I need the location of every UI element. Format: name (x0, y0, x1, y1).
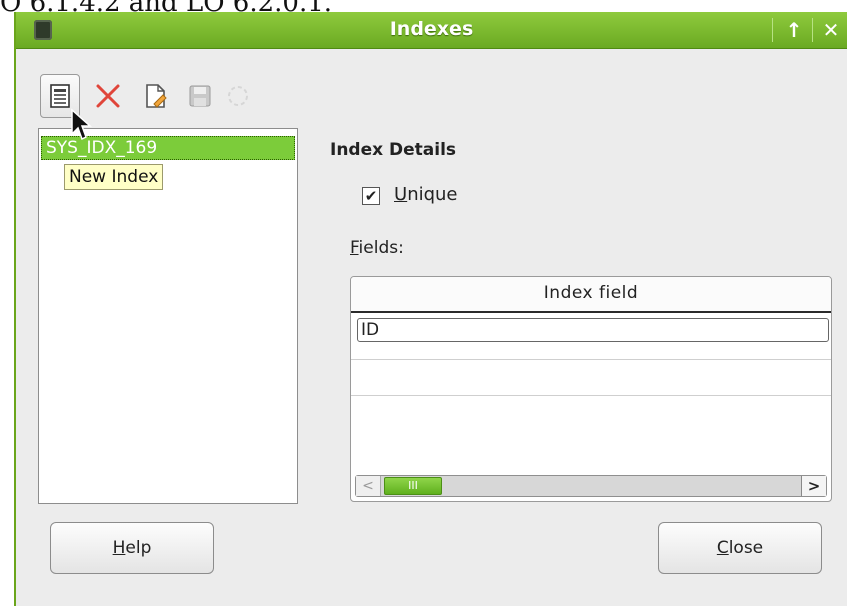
keep-above-icon[interactable]: ↑ (776, 12, 812, 48)
help-button[interactable]: Help (50, 522, 214, 574)
rename-page-icon (146, 84, 167, 108)
save-index-button[interactable] (180, 74, 220, 118)
close-window-icon[interactable]: ✕ (813, 12, 847, 48)
mouse-pointer-icon (71, 108, 92, 141)
delete-index-button[interactable] (88, 74, 128, 118)
unique-label[interactable]: Unique (394, 184, 458, 205)
index-fields-grid[interactable]: Index field ID < III > (350, 276, 832, 502)
scroll-thumb[interactable]: III (384, 477, 442, 495)
unique-checkbox[interactable]: ✔ (362, 187, 380, 205)
horizontal-scrollbar[interactable]: < III > (355, 475, 827, 497)
row-divider (351, 395, 831, 396)
scroll-left-icon[interactable]: < (356, 476, 381, 496)
indexes-dialog: Indexes ↑ ✕ SYS_IDX_169 New Index Index … (14, 12, 847, 606)
floppy-save-icon (189, 85, 211, 107)
document-list-icon (50, 84, 70, 108)
delete-x-icon (96, 84, 120, 108)
reset-index-button[interactable] (218, 74, 258, 118)
dialog-title: Indexes (389, 18, 474, 40)
row-divider (351, 359, 831, 360)
close-button[interactable]: Close (658, 522, 822, 574)
circle-reset-icon (228, 86, 248, 106)
title-bar[interactable]: Indexes ↑ ✕ (16, 12, 847, 49)
index-field-cell[interactable]: ID (357, 318, 829, 342)
fields-label: Fields: (350, 238, 404, 258)
scroll-right-icon[interactable]: > (801, 476, 826, 496)
new-index-tooltip: New Index (64, 164, 164, 190)
grid-header: Index field (351, 277, 831, 313)
rename-index-button[interactable] (136, 74, 176, 118)
index-details-heading: Index Details (330, 140, 457, 160)
index-field-column-header: Index field (543, 283, 639, 303)
titlebar-separator (772, 18, 773, 42)
